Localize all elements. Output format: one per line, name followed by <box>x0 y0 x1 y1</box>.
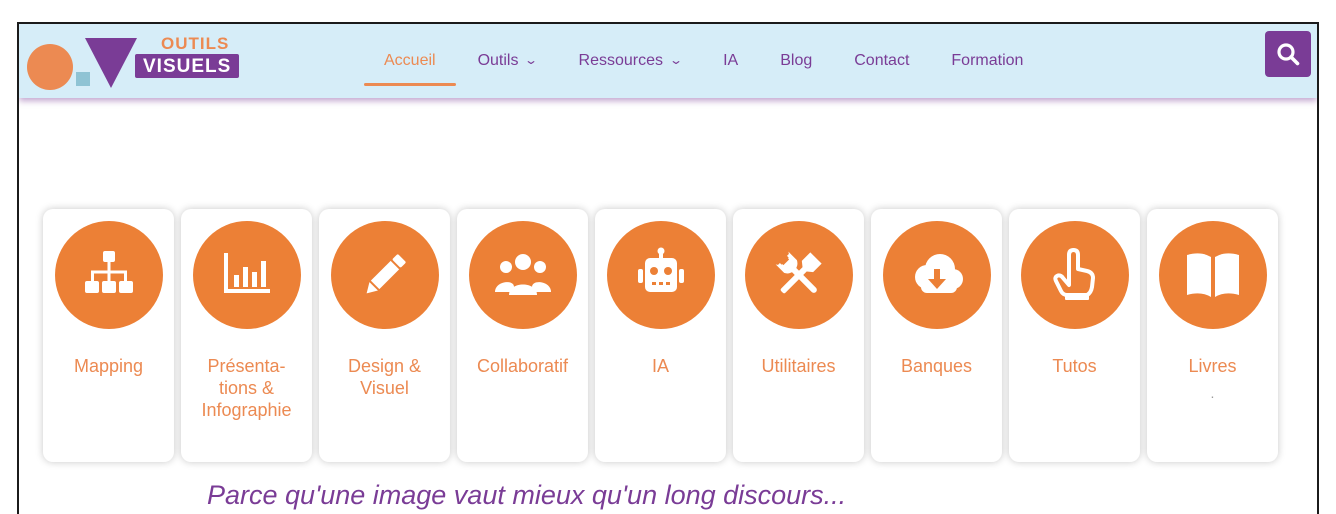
chevron-down-icon: ⌄ <box>524 53 539 67</box>
category-card-banques[interactable]: Banques <box>871 209 1002 462</box>
browser-frame: OUTILS VISUELS Accueil Outils ⌄ Ressources ⌄… <box>17 22 1319 514</box>
nav-item-ressources[interactable]: Ressources ⌄ <box>578 24 684 98</box>
category-sub-label: . <box>1210 385 1215 401</box>
category-label: Banques <box>900 356 973 376</box>
category-label: Utilitaires <box>761 356 836 376</box>
category-label: Présenta- tions & Infographie <box>201 356 292 420</box>
nav-item-label: Ressources <box>578 52 664 69</box>
nav-item-outils[interactable]: Outils ⌄ <box>477 24 539 98</box>
book-icon <box>1158 221 1267 329</box>
category-card-livres[interactable]: Livres. <box>1147 209 1278 462</box>
nav-item-label: Formation <box>951 52 1024 69</box>
category-label: IA <box>651 356 669 376</box>
site-logo[interactable]: OUTILS VISUELS <box>27 32 267 92</box>
robot-icon <box>606 221 715 329</box>
nav-item-formation[interactable]: Formation <box>951 24 1023 98</box>
site-header: OUTILS VISUELS Accueil Outils ⌄ Ressources ⌄… <box>19 24 1317 98</box>
category-label: Tutos <box>1052 356 1097 376</box>
hand-pointer-icon <box>1020 221 1129 329</box>
nav-item-label: Outils <box>477 52 519 69</box>
tools-icon <box>744 221 853 329</box>
category-label: Collaboratif <box>476 356 569 376</box>
nav-item-label: Contact <box>854 52 910 69</box>
category-card-ia[interactable]: IA <box>595 209 726 462</box>
chart-icon <box>192 221 301 329</box>
category-label: Design & Visuel <box>347 356 422 398</box>
main-nav: Accueil Outils ⌄ Ressources ⌄ IA Blog Contact Fo… <box>364 24 1065 98</box>
category-card-tutos[interactable]: Tutos <box>1009 209 1140 462</box>
sitemap-icon <box>54 221 163 329</box>
logo-circle <box>27 44 73 90</box>
category-cards: Mapping Présenta- tions & Infographie Desi… <box>43 209 1278 462</box>
nav-item-accueil[interactable]: Accueil <box>364 24 455 98</box>
category-card-design[interactable]: Design & Visuel <box>319 209 450 462</box>
category-label: Mapping <box>73 356 144 376</box>
nav-item-label: Blog <box>780 52 813 69</box>
cloud-download-icon <box>882 221 991 329</box>
search-button[interactable] <box>1265 31 1311 77</box>
category-card-collaboratif[interactable]: Collaboratif <box>457 209 588 462</box>
search-icon <box>1277 43 1300 66</box>
nav-item-label: IA <box>723 52 739 69</box>
chevron-down-icon: ⌄ <box>669 53 684 67</box>
category-card-pr-senta[interactable]: Présenta- tions & Infographie <box>181 209 312 462</box>
logo-text-visuels: VISUELS <box>135 54 240 78</box>
nav-item-ia[interactable]: IA <box>723 24 738 98</box>
category-card-utilitaires[interactable]: Utilitaires <box>733 209 864 462</box>
nav-item-blog[interactable]: Blog <box>780 24 812 98</box>
category-card-mapping[interactable]: Mapping <box>43 209 174 462</box>
pencil-icon <box>330 221 439 329</box>
category-label: Livres <box>1188 356 1237 376</box>
nav-item-label: Accueil <box>384 52 436 69</box>
users-icon <box>468 221 577 329</box>
nav-item-contact[interactable]: Contact <box>854 24 909 98</box>
logo-text-outils: OUTILS <box>161 34 230 53</box>
logo-triangle <box>85 38 137 88</box>
tagline: Parce qu'une image vaut mieux qu'un long… <box>207 480 847 510</box>
